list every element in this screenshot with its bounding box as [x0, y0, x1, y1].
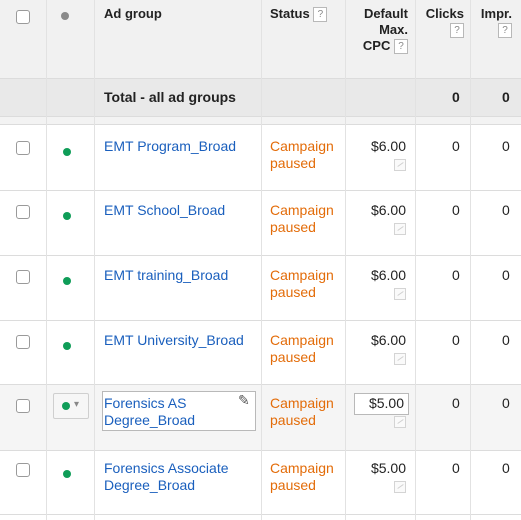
status-line2: paused [270, 412, 316, 428]
ad-group-name-line1: Forensics AS [104, 395, 187, 411]
trend-chart-icon[interactable] [394, 159, 406, 171]
ad-group-link[interactable]: EMT School_Broad [104, 202, 254, 219]
status-line1: Campaign [270, 267, 334, 283]
ad-group-name-line1: Forensics Associate [104, 460, 229, 476]
row-checkbox[interactable] [16, 270, 30, 284]
green-dot-icon [62, 402, 70, 410]
impr-value: 0 [502, 138, 510, 154]
row-checkbox[interactable] [16, 205, 30, 219]
green-dot-icon[interactable] [63, 342, 71, 350]
status-line2: paused [270, 477, 316, 493]
green-dot-icon[interactable] [63, 212, 71, 220]
clicks-value: 0 [452, 332, 460, 348]
ad-group-name-line2: Degree_Broad [104, 477, 196, 493]
status-header-label: Status [270, 6, 310, 21]
trend-chart-icon[interactable] [394, 353, 406, 365]
impr-value: 0 [502, 332, 510, 348]
help-icon[interactable]: ? [394, 39, 408, 54]
trend-chart-icon[interactable] [394, 416, 406, 428]
status-text: Campaign paused [270, 202, 334, 236]
total-clicks: 0 [452, 89, 460, 105]
grey-dot-icon [61, 12, 69, 20]
green-dot-icon[interactable] [63, 470, 71, 478]
clicks-value: 0 [452, 460, 460, 476]
column-header-ad-group[interactable]: Ad group [104, 6, 162, 22]
status-line2: paused [270, 219, 316, 235]
impr-value: 0 [502, 267, 510, 283]
max-cpc-value[interactable]: $5.00 [358, 460, 406, 477]
total-impr: 0 [502, 89, 510, 105]
status-line2: paused [270, 349, 316, 365]
clicks-value: 0 [452, 138, 460, 154]
row-checkbox[interactable] [16, 399, 30, 413]
help-icon[interactable]: ? [450, 23, 464, 38]
impr-value: 0 [502, 460, 510, 476]
green-dot-icon[interactable] [63, 148, 71, 156]
impr-header-label: Impr. [480, 6, 512, 21]
status-text: Campaign paused [270, 332, 334, 366]
impr-value: 0 [502, 395, 510, 411]
cpc-header-line3: CPC [362, 38, 391, 53]
status-text: Campaign paused [270, 138, 334, 172]
impr-value: 0 [502, 202, 510, 218]
total-row-label: Total - all ad groups [104, 89, 236, 105]
trend-chart-icon[interactable] [394, 288, 406, 300]
status-text: Campaign paused [270, 460, 334, 494]
status-line1: Campaign [270, 332, 334, 348]
ad-group-link[interactable]: EMT Program_Broad [104, 138, 254, 155]
ad-group-link[interactable]: Forensics AS Degree_Broad [104, 395, 254, 429]
cpc-header-line2: Max. [379, 22, 408, 37]
status-text: Campaign paused [270, 267, 334, 301]
column-header-impr[interactable]: Impr. ? [472, 6, 512, 38]
clicks-value: 0 [452, 267, 460, 283]
max-cpc-value[interactable]: $6.00 [358, 202, 406, 219]
status-text: Campaign paused [270, 395, 334, 429]
ad-group-link[interactable]: Forensics Associate Degree_Broad [104, 460, 254, 494]
ad-group-name-line2: Degree_Broad [104, 412, 196, 428]
ad-group-link[interactable]: EMT training_Broad [104, 267, 254, 284]
clicks-value: 0 [452, 202, 460, 218]
status-dropdown[interactable]: ▾ [53, 393, 89, 419]
column-header-clicks[interactable]: Clicks ? [422, 6, 464, 38]
status-line1: Campaign [270, 202, 334, 218]
max-cpc-value[interactable]: $6.00 [358, 332, 406, 349]
status-line1: Campaign [270, 460, 334, 476]
cpc-header-line1: Default [363, 6, 408, 21]
clicks-value: 0 [452, 395, 460, 411]
ad-group-link[interactable]: EMT University_Broad [104, 332, 259, 349]
status-line1: Campaign [270, 138, 334, 154]
status-line2: paused [270, 155, 316, 171]
select-all-checkbox[interactable] [16, 10, 30, 24]
max-cpc-value[interactable]: $6.00 [358, 267, 406, 284]
trend-chart-icon[interactable] [394, 481, 406, 493]
column-header-status[interactable]: Status ? [270, 6, 328, 22]
row-checkbox[interactable] [16, 463, 30, 477]
trend-chart-icon[interactable] [394, 223, 406, 235]
help-icon[interactable]: ? [498, 23, 512, 38]
help-icon[interactable]: ? [313, 7, 328, 22]
row-checkbox[interactable] [16, 335, 30, 349]
chevron-down-icon: ▾ [74, 399, 80, 410]
status-line1: Campaign [270, 395, 334, 411]
row-checkbox[interactable] [16, 141, 30, 155]
green-dot-icon[interactable] [63, 277, 71, 285]
status-line2: paused [270, 284, 316, 300]
max-cpc-value[interactable]: $5.00 [356, 395, 404, 412]
clicks-header-label: Clicks [425, 6, 464, 21]
ad-groups-table: Ad group Status ? Default Max. CPC ? Cli… [0, 0, 521, 520]
max-cpc-value[interactable]: $6.00 [358, 138, 406, 155]
column-header-default-max-cpc[interactable]: Default Max. CPC ? [352, 6, 408, 54]
